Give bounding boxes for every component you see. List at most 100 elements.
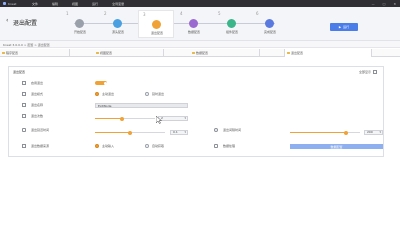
delay-slider[interactable] [95, 130, 165, 135]
source-label: 退出数据来源 [31, 144, 50, 148]
source-checkbox[interactable] [22, 144, 26, 148]
folder-icon [192, 51, 195, 55]
step-4-icon [189, 19, 198, 28]
row-mode: 退出模式 [22, 91, 81, 97]
show-all-toggle[interactable]: 全部显示 [359, 70, 377, 74]
step-wizard: 1 开始配置 2 源头配置 3 退出配置 4 数据配置 5 组件配置 6 完成配… [62, 10, 287, 38]
row-source: 退出数据来源 [22, 143, 81, 149]
tab-label: 退出配置 [291, 51, 304, 55]
step-5[interactable]: 5 组件配置 [214, 10, 250, 38]
app-logo-icon [3, 2, 6, 5]
tab-label: 视图配置 [100, 51, 113, 55]
folder-icon [96, 51, 99, 55]
step-number: 5 [218, 11, 221, 16]
step-2[interactable]: 2 源头配置 [100, 10, 136, 38]
close-icon[interactable]: ✕ [393, 2, 396, 6]
delay-slider-knob[interactable] [128, 130, 132, 135]
step-label: 开始配置 [73, 30, 86, 34]
step-6[interactable]: 6 完成配置 [252, 10, 288, 38]
count-slider-knob[interactable] [120, 116, 124, 121]
interval-spinbox[interactable]: 200 [364, 129, 383, 135]
tab-data[interactable]: 数据配置 [190, 49, 260, 57]
folder-icon [2, 51, 5, 55]
step-1[interactable]: 1 开始配置 [62, 10, 98, 38]
play-icon: ▶ [338, 25, 342, 29]
folder-icon [287, 51, 290, 55]
mode-checkbox[interactable] [22, 92, 26, 96]
count-checkbox[interactable] [22, 114, 26, 118]
menu-item-view[interactable]: 视图 [72, 2, 78, 6]
step-1-icon [75, 19, 84, 28]
source-auto-radio[interactable] [145, 144, 149, 148]
source-input-label: 主动输入 [102, 144, 115, 148]
panel-title: 退出配置 [13, 70, 26, 74]
mode-option-active[interactable]: 主动退出 [95, 92, 114, 96]
data-config-button[interactable]: 数据配置 [290, 144, 383, 149]
step-label: 组件配置 [225, 30, 238, 34]
mode-label: 退出模式 [31, 92, 44, 96]
step-label: 完成配置 [263, 30, 276, 34]
menu-item-globals[interactable]: 全局变量 [112, 2, 124, 6]
mode-option-delay[interactable]: 延时退出 [145, 92, 164, 96]
tab-label: 程序配置 [6, 51, 19, 55]
step-3[interactable]: 3 退出配置 [138, 10, 174, 38]
step-label: 退出配置 [150, 31, 163, 35]
show-all-label: 全部显示 [358, 70, 371, 74]
step-number: 2 [104, 11, 107, 16]
count-spinbox[interactable]: 2 [158, 115, 188, 121]
toolbar: ‹ 退出配置 1 开始配置 2 源头配置 3 退出配置 4 数据配置 5 组件配… [0, 7, 400, 41]
delay-spinbox[interactable]: 0.1 [170, 129, 188, 135]
show-all-checkbox[interactable] [373, 70, 377, 74]
maximize-icon[interactable]: □ [383, 2, 386, 6]
step-number: 6 [256, 11, 259, 16]
tab-exit[interactable]: 退出配置 [284, 49, 372, 57]
count-slider[interactable] [95, 116, 155, 121]
tab-bar: 程序配置 视图配置 数据配置 退出配置 [0, 49, 400, 57]
menu-item-run[interactable]: 运行 [92, 2, 98, 6]
source-input-radio[interactable] [95, 144, 99, 148]
interval-slider[interactable] [290, 130, 360, 135]
step-label: 源头配置 [111, 30, 124, 34]
step-2-icon [113, 19, 122, 28]
mode-delay-label: 延时退出 [152, 92, 165, 96]
source-option-input[interactable]: 主动输入 [95, 144, 114, 148]
mode-active-radio[interactable] [95, 92, 99, 96]
tab-program[interactable]: 程序配置 [0, 49, 70, 57]
source-option-auto[interactable]: 自动获取 [145, 144, 164, 148]
minimize-icon[interactable]: — [372, 2, 375, 6]
row-delay: 退出延迟时间 [22, 127, 81, 133]
row-processing: 数据处理 [214, 143, 273, 149]
clock-icon [22, 128, 26, 132]
count-label: 退出次数 [31, 114, 44, 118]
run-button-label: 运行 [343, 25, 350, 29]
mode-active-label: 主动退出 [102, 92, 115, 96]
delay-label: 退出延迟时间 [31, 128, 50, 132]
enable-toggle[interactable] [95, 81, 107, 85]
step-4[interactable]: 4 数据配置 [176, 10, 212, 38]
menu-item-edit[interactable]: 编辑 [52, 2, 58, 6]
step-3-icon [152, 20, 161, 29]
menu-bar: 文件 编辑 视图 运行 全局变量 [32, 2, 124, 6]
count-slider-fill [95, 118, 122, 119]
enable-label: 启用退出 [31, 81, 44, 85]
app-name: Knest [8, 1, 17, 6]
tab-label: 数据配置 [196, 51, 209, 55]
title-bar: Knest 文件 编辑 视图 运行 全局变量 — □ ✕ [0, 0, 400, 7]
back-arrow-icon[interactable]: ‹ [6, 17, 8, 24]
source-auto-label: 自动获取 [152, 144, 165, 148]
name-input[interactable]: ExitNode [95, 103, 188, 108]
row-interval: 退出间隔时间 [214, 127, 273, 133]
menu-item-file[interactable]: 文件 [32, 2, 38, 6]
step-number: 3 [143, 12, 146, 17]
row-count: 退出次数 [22, 113, 81, 119]
step-6-icon [265, 19, 274, 28]
tab-view[interactable]: 视图配置 [94, 49, 164, 57]
mode-delay-radio[interactable] [145, 92, 149, 96]
enable-checkbox[interactable] [22, 81, 26, 85]
interval-slider-knob[interactable] [344, 130, 348, 135]
name-checkbox[interactable] [22, 103, 26, 107]
timer-icon [214, 128, 218, 132]
processing-label: 数据处理 [223, 144, 236, 148]
run-button[interactable]: ▶ 运行 [330, 23, 358, 31]
row-enable: 启用退出 [22, 80, 81, 86]
